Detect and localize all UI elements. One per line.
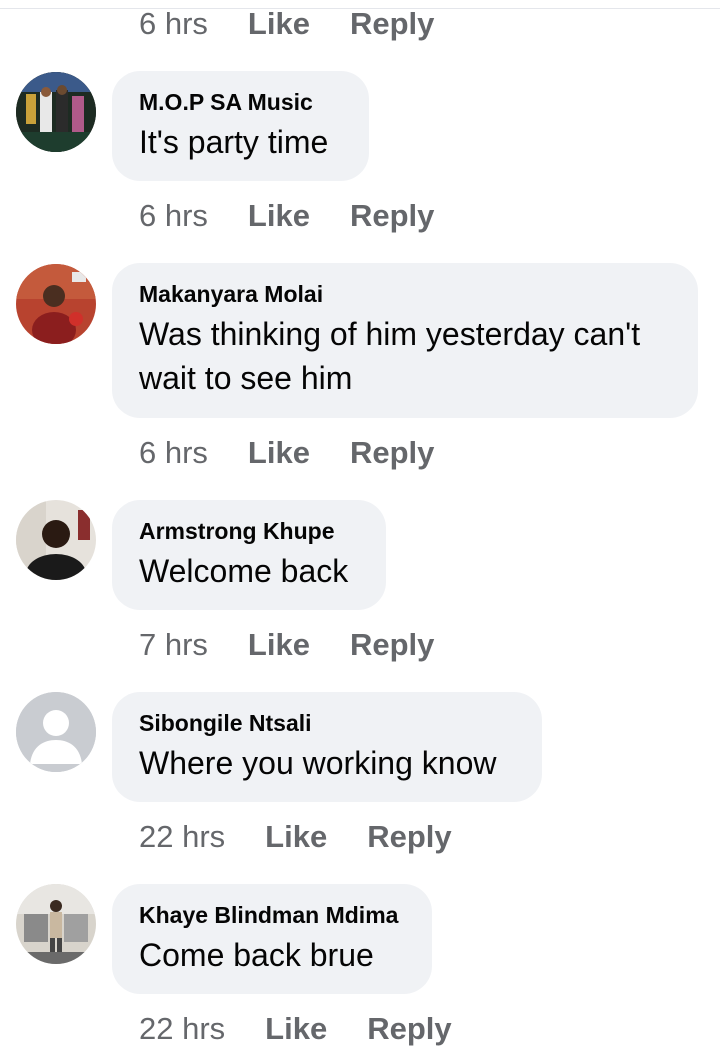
like-button[interactable]: Like: [265, 1011, 327, 1047]
reply-button[interactable]: Reply: [350, 6, 434, 42]
avatar[interactable]: [16, 884, 96, 964]
person-icon: [16, 692, 96, 772]
avatar-photo: [16, 264, 96, 344]
comment-time: 7 hrs: [139, 627, 208, 662]
like-button[interactable]: Like: [265, 819, 327, 855]
comment-bubble[interactable]: Makanyara Molai Was thinking of him yest…: [112, 263, 698, 418]
comment-bubble[interactable]: Armstrong Khupe Welcome back: [112, 500, 386, 610]
comment-time: 6 hrs: [139, 435, 208, 470]
like-button[interactable]: Like: [248, 435, 310, 471]
reply-button[interactable]: Reply: [350, 198, 434, 234]
comment-bubble[interactable]: M.O.P SA Music It's party time: [112, 71, 369, 181]
comment-bubble[interactable]: Khaye Blindman Mdima Come back brue: [112, 884, 432, 994]
like-button[interactable]: Like: [248, 198, 310, 234]
comment-time: 6 hrs: [139, 6, 208, 41]
comment-text: Come back brue: [139, 937, 374, 973]
avatar-photo: [16, 500, 96, 580]
comment-time: 6 hrs: [139, 198, 208, 233]
reply-button[interactable]: Reply: [367, 819, 451, 855]
comment-meta-row: 6 hrs Like Reply: [139, 196, 474, 236]
comment-meta-row: 22 hrs Like Reply: [139, 817, 492, 857]
comment-author[interactable]: Sibongile Ntsali: [139, 709, 515, 737]
comment-time: 22 hrs: [139, 1011, 226, 1046]
comment-text: It's party time: [139, 124, 329, 160]
comment-author[interactable]: M.O.P SA Music: [139, 88, 342, 116]
reply-button[interactable]: Reply: [350, 627, 434, 663]
avatar-photo: [16, 72, 96, 152]
avatar[interactable]: [16, 264, 96, 344]
avatar[interactable]: [16, 72, 96, 152]
comment-author[interactable]: Makanyara Molai: [139, 280, 671, 308]
reply-button[interactable]: Reply: [350, 435, 434, 471]
comment-time: 22 hrs: [139, 819, 226, 854]
comment-bubble[interactable]: Sibongile Ntsali Where you working know: [112, 692, 542, 802]
comment-author[interactable]: Khaye Blindman Mdima: [139, 901, 405, 929]
comment-meta-row: 6 hrs Like Reply: [139, 433, 474, 473]
comment-author[interactable]: Armstrong Khupe: [139, 517, 359, 545]
like-button[interactable]: Like: [248, 6, 310, 42]
comment-meta-row: 6 hrs Like Reply: [139, 4, 474, 44]
comment-meta-row: 7 hrs Like Reply: [139, 625, 474, 665]
reply-button[interactable]: Reply: [367, 1011, 451, 1047]
default-avatar-icon[interactable]: [16, 692, 96, 772]
avatar[interactable]: [16, 500, 96, 580]
comment-text: Was thinking of him yesterday can't wait…: [139, 316, 641, 396]
like-button[interactable]: Like: [248, 627, 310, 663]
comment-text: Welcome back: [139, 553, 349, 589]
comment-text: Where you working know: [139, 745, 497, 781]
comment-meta-row: 22 hrs Like Reply: [139, 1009, 492, 1049]
avatar-photo: [16, 884, 96, 964]
